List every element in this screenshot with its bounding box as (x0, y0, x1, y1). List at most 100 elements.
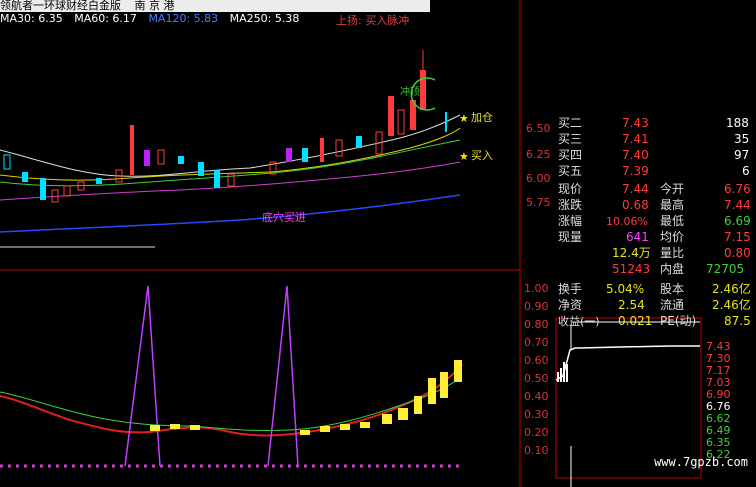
indicator-bar (170, 424, 180, 429)
quote-row: 12.4万 量比 0.80 (556, 246, 756, 261)
indicator-bar (360, 422, 370, 428)
star-icon: ★ (459, 112, 469, 125)
inner-label: 内盘 (660, 262, 685, 276)
percent-value: 10.06% (606, 215, 648, 228)
bid-volume: 97 (734, 148, 750, 162)
current-price-label: 现价 (558, 182, 583, 196)
intraday-price-line (555, 345, 700, 381)
indicator-tick: 0.30 (524, 408, 549, 421)
bid-label: 买三 (558, 132, 583, 146)
turnover-value: 5.04% (606, 282, 645, 296)
bid-price: 7.43 (622, 116, 649, 130)
candle (144, 150, 150, 166)
bid-volume: 188 (726, 116, 749, 130)
bid-label: 买四 (558, 148, 583, 162)
indicator-bar (398, 408, 408, 420)
indicator-bar (190, 425, 200, 430)
eps-label: 收益(一) (558, 315, 600, 328)
indicator-bar (320, 426, 330, 432)
high-label: 最高 (660, 198, 685, 212)
bottom-buy-label: 底穴买进 (262, 211, 306, 224)
candle (178, 156, 184, 164)
indicator-tick: 1.00 (524, 282, 549, 295)
candle (198, 162, 204, 176)
star-icon: ★ (459, 150, 469, 163)
open-label: 今开 (660, 182, 685, 196)
indicator-tick: 0.10 (524, 444, 549, 457)
bid-row: 买四 7.40 97 (556, 148, 756, 163)
amount-value: 12.4万 (612, 246, 651, 260)
price-tick: 6.25 (526, 148, 551, 161)
low-price: 6.69 (724, 214, 751, 228)
quote-row: 现量 641 均价 7.15 (556, 230, 756, 245)
low-label: 最低 (660, 214, 685, 228)
candle (388, 96, 394, 136)
ma-line-blue (0, 194, 461, 233)
pe-label: PE(动) (660, 314, 697, 328)
indicator-tick: 0.70 (524, 336, 549, 349)
indicator-bar (454, 360, 462, 382)
indicator-bar (428, 378, 436, 404)
bid-price: 7.40 (622, 148, 649, 162)
candle (356, 136, 362, 148)
indicator-tick: 0.40 (524, 390, 549, 403)
indicator-tick: 0.80 (524, 318, 549, 331)
bid-label: 买二 (558, 116, 583, 130)
candles (3, 50, 447, 203)
indicator-tick: 0.60 (524, 354, 549, 367)
candle (286, 148, 292, 162)
quote-row: 收益(一) 0.021 PE(动) 87.5 (556, 314, 756, 329)
buy-label: 买入 (471, 149, 493, 162)
turnover-label: 换手 (558, 282, 583, 296)
candle (335, 139, 343, 157)
add-position-label: 加仓 (471, 111, 493, 124)
indicator-tick: 0.50 (524, 372, 549, 385)
indicator-bar (150, 425, 160, 431)
indicator-green-line (0, 375, 463, 432)
indicator-spike (124, 285, 161, 467)
bid-price: 7.39 (622, 164, 649, 178)
avg-price: 7.15 (724, 230, 751, 244)
float-value: 2.46亿 (712, 298, 751, 312)
bid-row: 买二 7.43 188 (556, 116, 756, 131)
candle (3, 154, 11, 170)
indicator-tick: 0.90 (524, 300, 549, 313)
price-tick: 6.50 (526, 122, 551, 135)
indicator-bars (150, 360, 462, 435)
nav-value: 2.54 (618, 298, 645, 312)
float-label: 流通 (660, 298, 685, 312)
indicator-bar (440, 372, 448, 398)
equity-value: 2.46亿 (712, 282, 751, 296)
open-price: 6.76 (724, 182, 751, 196)
bid-label: 买五 (558, 164, 583, 178)
percent-label: 涨幅 (558, 214, 583, 228)
ma-line-magenta (0, 161, 461, 201)
outer-volume: 51243 (612, 262, 651, 276)
eps-value: 0.021 (618, 314, 653, 328)
candle (397, 109, 405, 135)
inner-volume: 72705 (706, 262, 745, 276)
volume-value: 641 (626, 230, 649, 244)
price-tick: 6.00 (526, 172, 551, 185)
indicator-bar (300, 430, 310, 435)
candle (40, 178, 46, 200)
indicator-spike (267, 285, 299, 467)
current-price: 7.44 (622, 182, 649, 196)
indicator-bar (382, 414, 392, 424)
quote-row: 现价 7.44 今开 6.76 (556, 182, 756, 197)
quote-row: 51243 内盘 72705 (556, 262, 756, 277)
quote-row: 换手 5.04% 股本 2.46亿 (556, 282, 756, 297)
pe-value: 87.5 (724, 314, 751, 328)
candle (130, 125, 134, 175)
candle (22, 172, 28, 182)
change-value: 0.68 (622, 198, 649, 212)
pulse-label: 冲顶 (400, 87, 420, 98)
indicator-bar (414, 396, 422, 414)
indicator-tick: 0.20 (524, 426, 549, 439)
candle (96, 178, 102, 184)
candle (157, 149, 165, 165)
price-tick: 5.75 (526, 196, 551, 209)
ratio-label: 量比 (660, 246, 685, 260)
bid-volume: 35 (734, 132, 750, 146)
ma-line-green (0, 139, 461, 187)
